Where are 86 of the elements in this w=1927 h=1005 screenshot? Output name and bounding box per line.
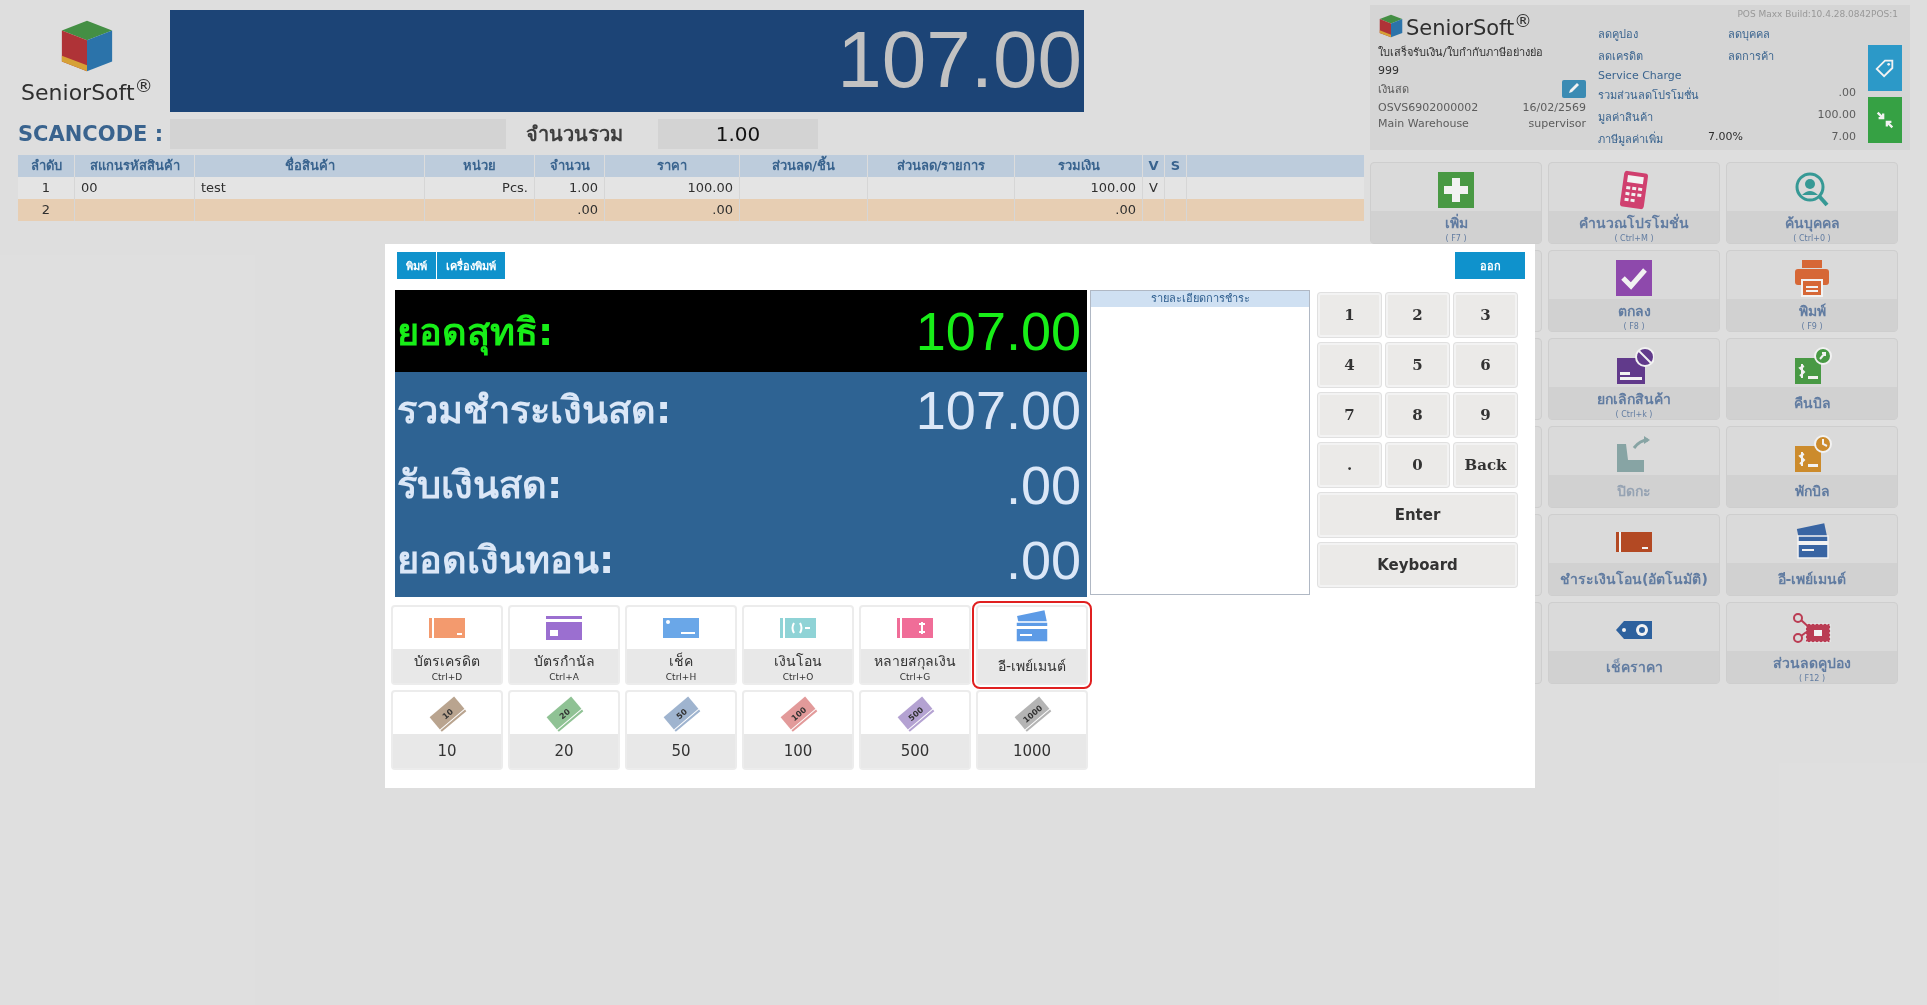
keypad-key[interactable]: Back	[1454, 443, 1517, 487]
document-number: 999	[1378, 64, 1400, 77]
discount-link[interactable]: ลดบุคคล	[1728, 25, 1856, 43]
payment-method-button[interactable]: เช็ค Ctrl+H	[625, 605, 737, 685]
summary-value: .00	[1837, 86, 1856, 101]
table-cell: .00	[1115, 202, 1136, 217]
amount-label: ยอดสุทธิ:	[397, 308, 554, 358]
keypad-key[interactable]: Enter	[1318, 493, 1517, 537]
amount-value: 107.00	[915, 378, 1081, 441]
table-cell: V	[1149, 180, 1158, 195]
print-button[interactable]: พิมพ์	[397, 252, 436, 279]
keypad-key[interactable]: 2	[1386, 293, 1449, 337]
amount-value: 107.00	[915, 300, 1081, 362]
payment-method-button[interactable]: บัตรกำนัล Ctrl+A	[508, 605, 620, 685]
summary-value: 100.00	[1816, 108, 1856, 123]
table-cell: 100.00	[1090, 180, 1136, 195]
bill-date: 16/02/2569	[1522, 101, 1586, 114]
keypad-key[interactable]: 8	[1386, 393, 1449, 437]
logo-icon	[1378, 12, 1404, 39]
printer-icon	[1792, 258, 1832, 298]
amount-label: รับเงินสด:	[397, 462, 563, 509]
total-display: 107.00	[170, 10, 1084, 112]
collapse-button[interactable]	[1868, 97, 1902, 143]
summary-label: รวมส่วนลดโปรโมชั่น	[1598, 86, 1700, 104]
payment-type: เงินสด	[1378, 82, 1409, 98]
keypad-key[interactable]: 9	[1454, 393, 1517, 437]
total-quantity-label: จำนวนรวม	[526, 121, 624, 148]
table-cell: .00	[577, 202, 598, 217]
service-charge-link[interactable]: Service Charge	[1598, 69, 1856, 82]
banknote-button[interactable]: 50 50	[625, 690, 737, 770]
logo-text: SeniorSoft$^{®}$	[1406, 11, 1532, 40]
payment-detail-header: รายละเอียดการชำระ	[1091, 291, 1309, 307]
bill-number: OSVS6902000002	[1378, 101, 1479, 114]
tax-rate: 7.00%	[1708, 130, 1743, 143]
tag-icon	[1874, 57, 1896, 79]
table-cell: 1	[41, 180, 51, 195]
keypad-key[interactable]: 7	[1318, 393, 1381, 437]
table-cell: 1.00	[569, 180, 598, 195]
checkmark-icon	[1614, 258, 1654, 298]
banknote-button[interactable]: 10 10	[391, 690, 503, 770]
keypad-key[interactable]: 3	[1454, 293, 1517, 337]
table-row[interactable]: 1 00 test Pcs. 1.00 100.00 100.00 V	[18, 177, 1364, 199]
table-cell: 00	[81, 180, 98, 195]
warehouse: Main Warehouse	[1378, 117, 1469, 130]
user-name: supervisor	[1528, 117, 1586, 130]
keypad-key[interactable]: .	[1318, 443, 1381, 487]
dollar-document-icon	[1792, 346, 1832, 386]
table-cell: Pcs.	[502, 180, 528, 195]
amount-value: .00	[1005, 528, 1081, 591]
amount-label: รวมชำระเงินสด:	[397, 387, 672, 434]
table-cell: test	[201, 180, 226, 195]
collapse-icon	[1874, 109, 1896, 131]
card-block-icon	[1614, 346, 1654, 386]
version-text: POS Maxx Build:10.4.28.0842POS:1	[1737, 9, 1898, 19]
tag-button[interactable]	[1868, 45, 1902, 91]
keypad-key[interactable]: 5	[1386, 343, 1449, 387]
amount-value: .00	[1005, 453, 1081, 516]
keypad-key[interactable]: Keyboard	[1318, 543, 1517, 587]
amount-label: ยอดเงินทอน:	[397, 537, 615, 584]
discount-link[interactable]: ลดการค้า	[1728, 47, 1856, 65]
summary-value: 7.00	[1830, 130, 1856, 145]
payment-method-button[interactable]: เงินโอน Ctrl+O	[742, 605, 854, 685]
summary-label: มูลค่าสินค้า	[1598, 110, 1654, 126]
scancode-label: SCANCODE :	[18, 122, 165, 146]
keypad-key[interactable]: 4	[1318, 343, 1381, 387]
summary-label: ภาษีมูลค่าเพิ่ม	[1598, 130, 1664, 148]
table-cell: 100.00	[687, 180, 733, 195]
payment-method-button[interactable]: บัตรเครดิต Ctrl+D	[391, 605, 503, 685]
document-type: ใบเสร็จรับเงิน/ใบกำกับภาษีอย่างย่อ	[1378, 44, 1544, 61]
edit-icon[interactable]	[1562, 80, 1586, 98]
keypad-key[interactable]: 6	[1454, 343, 1517, 387]
keypad-key[interactable]: 1	[1318, 293, 1381, 337]
logo-text: SeniorSoft$^{®}$	[21, 74, 153, 106]
exit-button[interactable]: ออก	[1455, 252, 1525, 279]
total-quantity-field[interactable]: 1.00	[658, 119, 818, 149]
discount-link[interactable]: ลดคูปอง	[1598, 25, 1728, 43]
plus-icon	[1436, 170, 1476, 210]
table-row[interactable]: 2 .00 .00 .00	[18, 199, 1364, 221]
payment-method-button[interactable]: หลายสกุลเงิน Ctrl+G	[859, 605, 971, 685]
banknote-button[interactable]: 20 20	[508, 690, 620, 770]
dollar-clock-icon	[1792, 434, 1832, 474]
table-cell: 2	[41, 202, 51, 217]
discount-link[interactable]: ลดเครดิต	[1598, 47, 1728, 65]
table-cell: .00	[712, 202, 733, 217]
print-button[interactable]: เครื่องพิมพ์	[437, 252, 505, 279]
keypad-key[interactable]: 0	[1386, 443, 1449, 487]
